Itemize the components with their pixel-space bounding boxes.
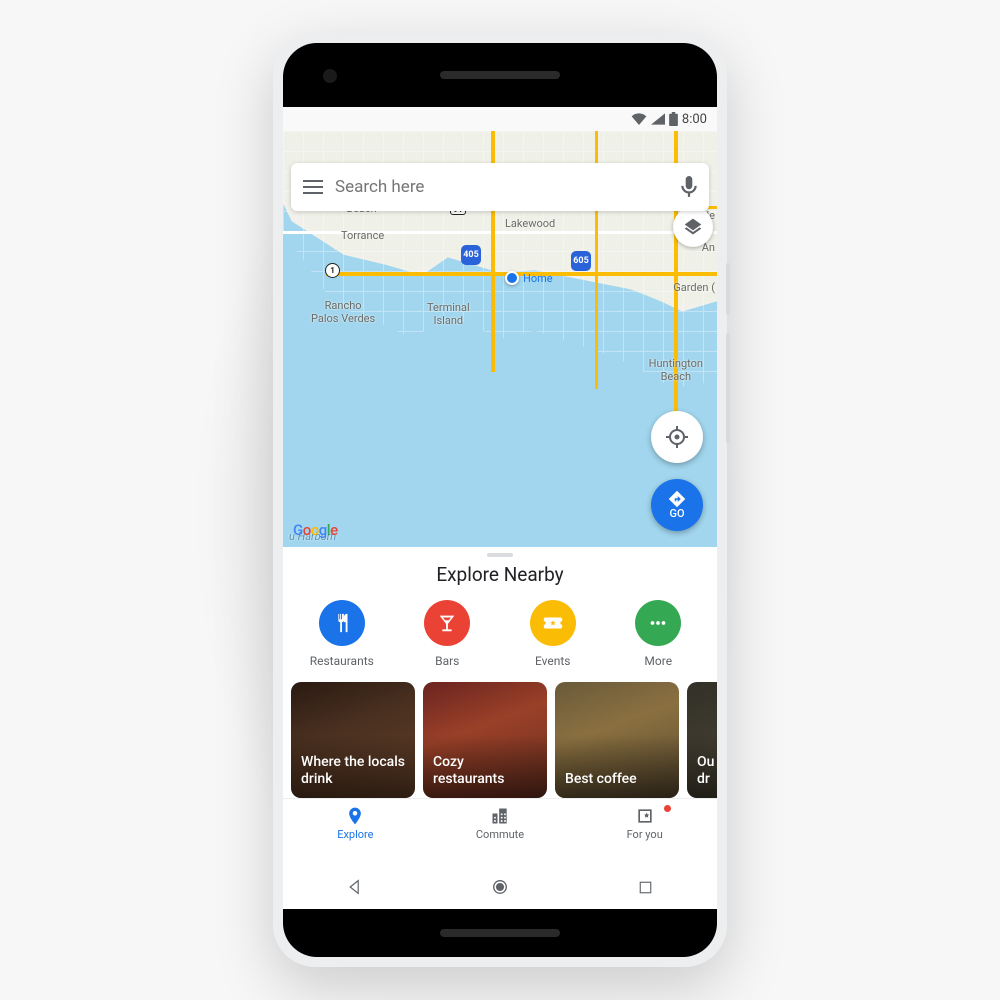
- microphone-icon[interactable]: [681, 176, 697, 198]
- cards-row[interactable]: Where the locals drink Cozy restaurants …: [283, 682, 717, 798]
- city-label: Torrance: [341, 229, 384, 242]
- category-bars[interactable]: Bars: [402, 600, 492, 668]
- directions-icon: [668, 490, 686, 508]
- phone-frame: 8:00 Manhattan Beach Compton Torrance La…: [273, 33, 727, 967]
- city-label: Huntington Beach: [649, 357, 703, 383]
- explore-sheet[interactable]: Explore Nearby Restaurants Bars: [283, 547, 717, 865]
- home-icon[interactable]: [491, 878, 509, 896]
- city-label: Rancho Palos Verdes: [311, 299, 375, 325]
- menu-icon[interactable]: [303, 180, 323, 194]
- fork-knife-icon: [319, 600, 365, 646]
- category-restaurants[interactable]: Restaurants: [297, 600, 387, 668]
- home-pin[interactable]: Home: [505, 271, 553, 285]
- route-shield: 605: [571, 251, 591, 271]
- tab-label: For you: [627, 828, 663, 841]
- card-partial[interactable]: Ou dr: [687, 682, 717, 798]
- my-location-button[interactable]: [651, 411, 703, 463]
- back-icon[interactable]: [347, 879, 363, 895]
- route-shield: 405: [461, 245, 481, 265]
- wifi-icon: [631, 113, 647, 125]
- recents-icon[interactable]: [638, 880, 653, 895]
- sheet-title: Explore Nearby: [283, 563, 717, 586]
- tab-label: Explore: [337, 828, 373, 841]
- status-time: 8:00: [682, 112, 707, 127]
- home-pin-label: Home: [523, 272, 553, 285]
- search-input[interactable]: [323, 177, 681, 197]
- layers-button[interactable]: [673, 207, 713, 247]
- category-label: Restaurants: [310, 654, 374, 668]
- map-canvas[interactable]: Manhattan Beach Compton Torrance Lakewoo…: [283, 131, 717, 547]
- card-cozy-restaurants[interactable]: Cozy restaurants: [423, 682, 547, 798]
- bottom-tabs: Explore Commute For you: [283, 798, 717, 848]
- home-pin-icon: [505, 271, 519, 285]
- status-bar: 8:00: [283, 107, 717, 131]
- tab-explore[interactable]: Explore: [283, 799, 428, 848]
- battery-icon: [669, 112, 678, 126]
- sparkle-icon: [635, 806, 655, 826]
- crosshair-icon: [665, 425, 689, 449]
- card-locals-drink[interactable]: Where the locals drink: [291, 682, 415, 798]
- city-label: Lakewood: [505, 217, 555, 230]
- city-label: Terminal Island: [427, 301, 470, 327]
- signal-icon: [651, 113, 665, 125]
- sheet-handle[interactable]: [487, 553, 513, 557]
- pin-icon: [345, 806, 365, 826]
- category-label: More: [644, 654, 672, 668]
- ticket-icon: [530, 600, 576, 646]
- go-label: GO: [669, 507, 684, 520]
- tab-for-you[interactable]: For you: [572, 799, 717, 848]
- tab-commute[interactable]: Commute: [428, 799, 573, 848]
- category-label: Events: [535, 654, 571, 668]
- city-icon: [490, 806, 510, 826]
- card-best-coffee[interactable]: Best coffee: [555, 682, 679, 798]
- route-shield: 1: [325, 263, 340, 278]
- category-label: Bars: [435, 654, 459, 668]
- city-label: Garden (: [673, 281, 715, 294]
- dots-icon: [635, 600, 681, 646]
- category-more[interactable]: More: [613, 600, 703, 668]
- directions-go-button[interactable]: GO: [651, 479, 703, 531]
- layers-icon: [683, 217, 703, 237]
- category-row: Restaurants Bars Events: [283, 600, 717, 682]
- screen: 8:00 Manhattan Beach Compton Torrance La…: [283, 107, 717, 909]
- android-nav-bar: [283, 865, 717, 909]
- tab-label: Commute: [476, 828, 524, 841]
- cocktail-icon: [424, 600, 470, 646]
- search-bar[interactable]: [291, 163, 709, 211]
- category-events[interactable]: Events: [508, 600, 598, 668]
- google-logo: Google: [293, 521, 338, 539]
- notification-dot: [664, 805, 671, 812]
